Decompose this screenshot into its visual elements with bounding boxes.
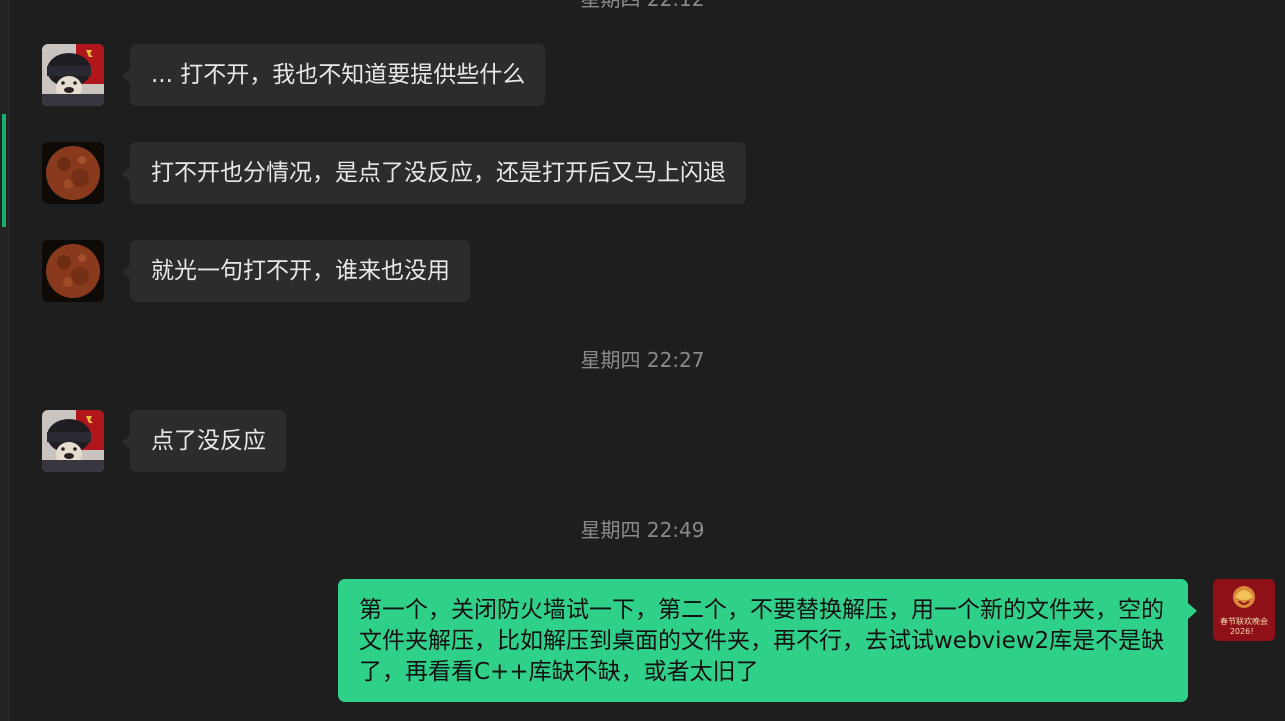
timestamp: 星期四 22:49 (580, 518, 705, 542)
gala-avatar[interactable]: 春节联欢晚会 2026！ (1213, 579, 1275, 641)
moon-avatar[interactable] (42, 142, 104, 204)
message-text: 就光一句打不开，谁来也没用 (151, 258, 450, 284)
message-bubble[interactable]: 点了没反应 (122, 410, 286, 472)
dog-avatar[interactable] (42, 44, 104, 106)
message-bubble[interactable]: 就光一句打不开，谁来也没用 (122, 240, 470, 302)
message-text: 打不开也分情况，是点了没反应，还是打开后又马上闪退 (151, 160, 726, 186)
self-message-bubble[interactable]: 第一个，关闭防火墙试一下，第二个，不要替换解压，用一个新的文件夹，空的文件夹解压… (338, 579, 1197, 702)
message-text: 第一个，关闭防火墙试一下，第二个，不要替换解压，用一个新的文件夹，空的文件夹解压… (359, 597, 1165, 685)
moon-avatar[interactable] (42, 240, 104, 302)
message-text: ... 打不开，我也不知道要提供些什么 (151, 62, 526, 88)
message-text: 点了没反应 (151, 428, 266, 454)
dog-avatar[interactable] (42, 410, 104, 472)
timestamp: 星期四 22:12 (0, 0, 1285, 12)
active-indicator (2, 114, 6, 227)
message-bubble[interactable]: ... 打不开，我也不知道要提供些什么 (121, 44, 546, 106)
message-bubble[interactable]: 打不开也分情况，是点了没反应，还是打开后又马上闪退 (122, 142, 746, 204)
chat-panel: 星期四 22:12 ... 打不开，我也不知道要提供些什么 打 (0, 0, 1285, 721)
timestamp: 星期四 22:27 (580, 348, 705, 372)
avatar-caption: 春节联欢晚会 (1220, 617, 1268, 626)
avatar-caption: 2026！ (1229, 627, 1259, 636)
